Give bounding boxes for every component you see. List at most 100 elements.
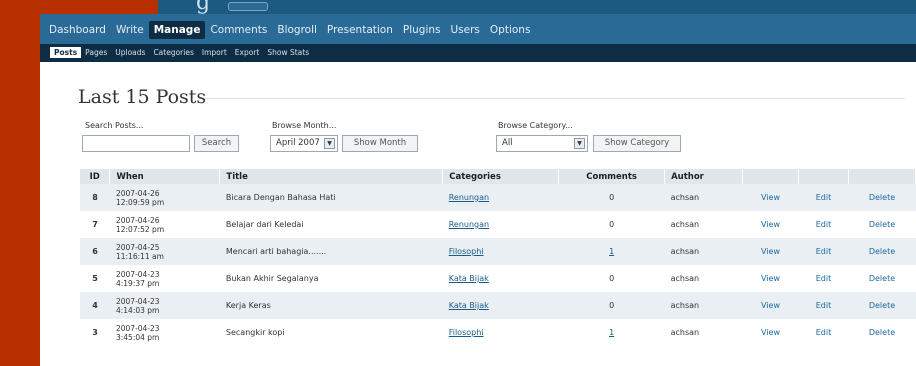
delete-link[interactable]: Delete [848, 238, 916, 265]
view-link[interactable]: View [742, 238, 799, 265]
edit-link[interactable]: Edit [799, 319, 849, 346]
post-author: achsan [670, 274, 700, 283]
month-select[interactable]: April 2007 ▼ [270, 135, 338, 152]
category-link[interactable]: Kata Bijak [449, 301, 489, 310]
post-author: achsan [664, 292, 743, 319]
view-link[interactable]: View [743, 265, 799, 292]
post-category: Renungan [442, 184, 559, 211]
col-categories: Categories [442, 169, 560, 184]
post-author: achsan [670, 328, 700, 337]
post-when: 2007-04-23 4:19:37 pm [110, 265, 220, 292]
post-category: Filosophi [443, 319, 559, 346]
main-content: Last 15 Posts Search Posts... Search Bro… [40, 62, 916, 366]
post-comments: 0 [609, 274, 615, 283]
col-when: When [109, 169, 221, 184]
menu-presentation[interactable]: Presentation [322, 21, 398, 39]
col-view [742, 169, 800, 184]
sub-menu: Posts Pages Uploads Categories Import Ex… [40, 44, 916, 62]
edit-link[interactable]: Edit [798, 238, 849, 265]
show-category-button[interactable]: Show Category [593, 135, 681, 152]
table-row: 3 2007-04-23 3:45:04 pm Secangkir kopi Fi… [80, 319, 916, 346]
category-label: Browse Category... [498, 121, 573, 130]
show-month-button[interactable]: Show Month [342, 135, 418, 152]
menu-plugins[interactable]: Plugins [398, 21, 446, 39]
post-when: 2007-04-23 4:14:03 pm [109, 292, 220, 319]
post-comments: 1 [559, 319, 665, 346]
category-select-value: All [502, 138, 513, 148]
post-id: 7 [92, 220, 98, 229]
post-time: 11:16:11 am [115, 251, 164, 261]
table-row: 6 2007-04-25 11:16:11 am Mencari arti bah… [80, 238, 916, 265]
table-row: 5 2007-04-23 4:19:37 pm Bukan Akhir Segal… [80, 265, 916, 292]
category-select[interactable]: All ▼ [496, 135, 588, 152]
menu-write[interactable]: Write [111, 21, 149, 39]
search-label: Search Posts... [85, 121, 144, 130]
left-frame-top [0, 0, 158, 14]
post-author: achsan [670, 220, 700, 229]
table-row: 4 2007-04-23 4:14:03 pm Kerja Keras Kata … [80, 292, 916, 319]
view-link[interactable]: View [743, 211, 799, 238]
post-category: Kata Bijak [442, 292, 559, 319]
post-title: Bicara Dengan Bahasa Hati [219, 184, 443, 211]
blog-logo-fragment: g [196, 0, 211, 14]
menu-blogroll[interactable]: Blogroll [272, 21, 322, 39]
delete-link[interactable]: Delete [848, 265, 915, 292]
col-edit [798, 169, 849, 184]
search-button[interactable]: Search [194, 135, 239, 152]
submenu-categories[interactable]: Categories [149, 47, 197, 58]
category-link[interactable]: Kata Bijak [449, 274, 489, 283]
menu-users[interactable]: Users [446, 21, 485, 39]
post-id: 6 [80, 238, 110, 265]
post-time: 12:09:59 pm [115, 197, 165, 207]
menu-dashboard[interactable]: Dashboard [44, 21, 111, 39]
comments-link[interactable]: 1 [609, 328, 614, 337]
chevron-down-icon: ▼ [574, 138, 585, 149]
post-category: Renungan [443, 211, 559, 238]
delete-link[interactable]: Delete [848, 319, 915, 346]
post-date: 2007-04-23 [115, 269, 160, 279]
admin-menu: Dashboard Write Manage Comments Blogroll… [40, 14, 916, 44]
category-link[interactable]: Renungan [449, 220, 489, 229]
post-comments: 0 [558, 292, 665, 319]
delete-link[interactable]: Delete [848, 184, 916, 211]
post-time: 4:14:03 pm [115, 305, 160, 315]
view-link[interactable]: View [742, 292, 799, 319]
post-title: Bukan Akhir Segalanya [225, 274, 319, 283]
post-id: 3 [92, 328, 98, 337]
posts-table: ID When Title Categories Comments Author… [80, 169, 916, 346]
edit-link[interactable]: Edit [798, 292, 849, 319]
search-input[interactable] [82, 135, 190, 152]
submenu-import[interactable]: Import [198, 47, 231, 58]
left-frame [0, 0, 40, 366]
post-when: 2007-04-26 12:09:59 pm [109, 184, 220, 211]
submenu-posts[interactable]: Posts [50, 47, 82, 58]
menu-manage[interactable]: Manage [148, 21, 206, 39]
post-title: Secangkir kopi [225, 328, 285, 337]
view-link[interactable]: View [743, 319, 799, 346]
col-id: ID [80, 169, 111, 184]
comments-link[interactable]: 1 [609, 247, 614, 256]
post-date: 2007-04-26 [115, 188, 160, 198]
submenu-pages[interactable]: Pages [81, 47, 111, 58]
col-author: Author [664, 169, 744, 184]
menu-options[interactable]: Options [485, 21, 536, 39]
page-title: Last 15 Posts [78, 86, 207, 108]
submenu-show-stats[interactable]: Show Stats [263, 47, 313, 58]
submenu-uploads[interactable]: Uploads [111, 47, 149, 58]
chevron-down-icon: ▼ [324, 138, 335, 149]
edit-link[interactable]: Edit [798, 184, 849, 211]
post-when: 2007-04-25 11:16:11 am [109, 238, 220, 265]
post-id: 8 [80, 184, 110, 211]
delete-link[interactable]: Delete [848, 211, 915, 238]
category-link[interactable]: Filosophi [449, 247, 484, 256]
category-link[interactable]: Filosophi [449, 328, 484, 337]
category-link[interactable]: Renungan [449, 193, 489, 202]
edit-link[interactable]: Edit [799, 265, 849, 292]
post-title: Belajar dari Keledai [225, 220, 304, 229]
view-link[interactable]: View [742, 184, 799, 211]
submenu-export[interactable]: Export [231, 47, 264, 58]
edit-link[interactable]: Edit [799, 211, 849, 238]
post-title: Mencari arti bahagia....... [219, 238, 443, 265]
menu-comments[interactable]: Comments [205, 21, 272, 39]
delete-link[interactable]: Delete [848, 292, 916, 319]
